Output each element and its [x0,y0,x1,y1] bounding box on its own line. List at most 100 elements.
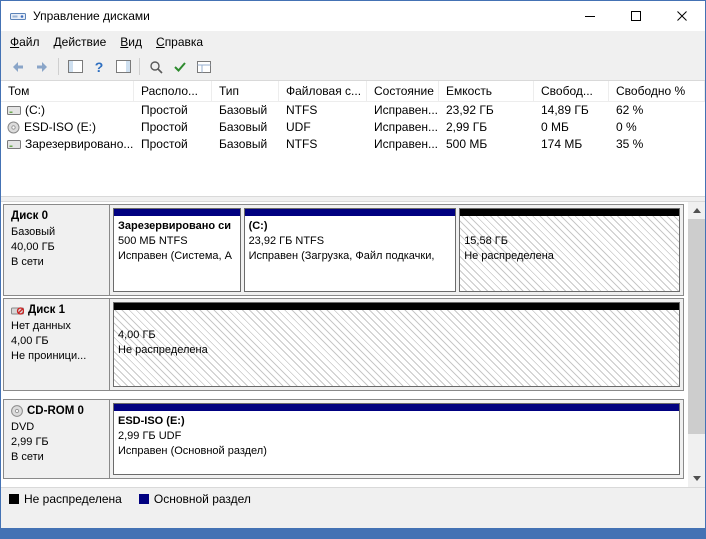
volume-name: ESD-ISO (E:) [24,120,97,134]
volume-list: Том Располо... Тип Файловая с... Состоян… [1,81,705,196]
cd-volume-icon [7,121,20,134]
menu-help[interactable]: Справка [149,32,210,52]
disk0-type: Базовый [11,226,56,238]
table-row[interactable]: Зарезервировано... Простой Базовый NTFS … [1,136,705,153]
column-header-volume[interactable]: Том [1,81,134,102]
scrollbar-track[interactable] [688,219,705,470]
volume-layout: Простой [141,103,188,117]
primary-partition-swatch [138,493,149,504]
volume-name: Зарезервировано... [25,137,134,151]
partition-color-bar [114,209,240,216]
partition-size: 2,99 ГБ UDF [118,430,182,442]
minimize-button[interactable] [567,1,613,31]
volume-type: Базовый [219,137,268,151]
table-row[interactable]: (C:) Простой Базовый NTFS Исправен... 23… [1,102,705,119]
volume-status: Исправен... [374,137,439,151]
volume-free: 174 МБ [541,137,583,151]
toolbar: ? [1,53,705,81]
minimize-icon [585,15,595,17]
forward-button[interactable] [30,56,54,78]
partition-unallocated-disk0[interactable]: 15,58 ГБ Не распределена [459,208,680,292]
partition-c-drive[interactable]: (C:) 23,92 ГБ NTFS Исправен (Загрузка, Ф… [243,208,457,292]
disk0-size: 40,00 ГБ [11,241,55,253]
back-button[interactable] [6,56,30,78]
help-button[interactable]: ? [87,56,111,78]
disk1-status: Не проиници... [11,350,87,362]
disk0-name: Диск 0 [11,210,49,222]
partition-unallocated-disk1[interactable]: 4,00 ГБ Не распределена [113,302,680,387]
menu-view[interactable]: Вид [113,32,149,52]
rescan-disks-button[interactable] [144,56,168,78]
volume-free: 0 МБ [541,120,569,134]
partition-status: Исправен (Основной раздел) [118,445,267,457]
legend-item-unallocated: Не распределена [9,492,122,506]
maximize-button[interactable] [613,1,659,31]
volume-free: 14,89 ГБ [541,103,589,117]
partition-system-reserved[interactable]: Зарезервировано си 500 МБ NTFS Исправен … [113,208,241,292]
volume-layout: Простой [141,120,188,134]
partition-esd-iso[interactable]: ESD-ISO (E:) 2,99 ГБ UDF Исправен (Основ… [113,403,680,475]
disk1-type: Нет данных [11,320,71,332]
check-disk-button[interactable] [168,56,192,78]
titlebar: Управление дисками [1,1,705,31]
menu-file[interactable]: Файл [3,32,47,52]
partition-title: ESD-ISO (E:) [118,415,185,427]
table-row[interactable]: ESD-ISO (E:) Простой Базовый UDF Исправе… [1,119,705,136]
console-tree-icon [67,60,83,73]
view-panel-icon [197,60,211,73]
forward-icon [37,61,47,72]
disk-volume-icon [7,106,21,115]
volume-status: Исправен... [374,103,439,117]
cdrom0-info-panel[interactable]: CD-ROM 0 DVD 2,99 ГБ В сети [4,400,110,478]
disk1-info-panel[interactable]: Диск 1 Нет данных 4,00 ГБ Не проиници... [4,299,110,390]
column-header-layout[interactable]: Располо... [134,81,212,102]
vertical-scrollbar[interactable] [688,202,705,487]
partition-size: 500 МБ NTFS [118,235,188,247]
unallocated-swatch [9,493,19,504]
volume-list-header: Том Располо... Тип Файловая с... Состоян… [1,81,705,102]
chevron-up-icon [692,208,701,213]
column-header-status[interactable]: Состояние [367,81,439,102]
maximize-icon [631,11,641,21]
partition-status: Исправен (Загрузка, Файл подкачки, [248,250,435,262]
disk1-size: 4,00 ГБ [11,335,49,347]
disk0-status: В сети [11,256,44,268]
partition-title: (C:) [248,220,268,232]
help-icon: ? [94,58,104,75]
close-button[interactable] [659,1,705,31]
partition-color-bar [244,209,456,216]
partition-size: 15,58 ГБ [464,235,508,247]
partition-title [118,313,675,328]
disk-row-disk1: Диск 1 Нет данных 4,00 ГБ Не проиници...… [3,298,684,391]
column-header-filesystem[interactable]: Файловая с... [279,81,367,102]
menu-action[interactable]: Действие [47,32,114,52]
volume-capacity: 23,92 ГБ [446,103,494,117]
volume-type: Базовый [219,103,268,117]
column-header-free-percent[interactable]: Свободно % [609,81,705,102]
column-header-free[interactable]: Свобод... [534,81,609,102]
column-header-capacity[interactable]: Емкость [439,81,534,102]
column-header-type[interactable]: Тип [212,81,279,102]
window-controls [567,1,705,31]
partition-status: Исправен (Система, А [118,250,232,262]
disk0-info-panel[interactable]: Диск 0 Базовый 40,00 ГБ В сети [4,205,110,295]
volume-free-percent: 62 % [616,103,644,117]
cdrom0-name: CD-ROM 0 [27,405,84,417]
status-area [1,509,705,528]
legend-bar: Не распределена Основной раздел [1,487,705,509]
chevron-down-icon [692,476,701,481]
scroll-up-button[interactable] [688,202,705,219]
partition-color-bar [460,209,679,216]
check-disk-icon [174,61,186,72]
scroll-down-button[interactable] [688,470,705,487]
action-pane-icon [115,60,131,73]
scrollbar-thumb[interactable] [688,219,705,434]
window-bottom-border [1,528,705,538]
partition-size: 4,00 ГБ [118,329,156,341]
view-panel-button[interactable] [192,56,216,78]
console-tree-button[interactable] [63,56,87,78]
volume-filesystem: NTFS [286,103,318,117]
partition-status: Не распределена [118,344,208,356]
action-pane-button[interactable] [111,56,135,78]
partition-size: 23,92 ГБ NTFS [248,235,325,247]
